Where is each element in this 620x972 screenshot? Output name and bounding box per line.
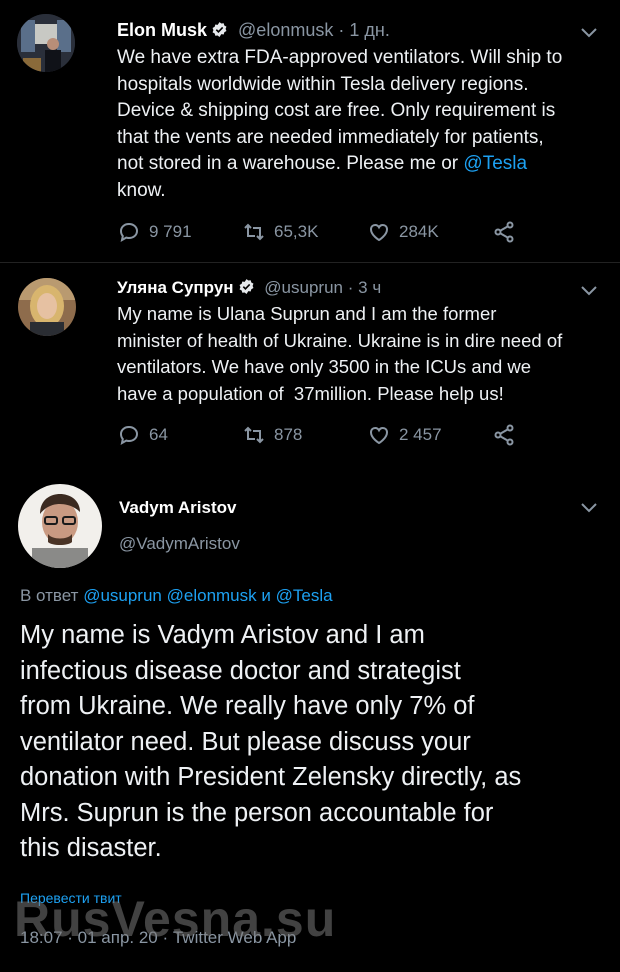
like-button[interactable]: 2 457 (367, 423, 442, 447)
reply-count: 9 791 (149, 222, 192, 241)
retweet-icon (244, 223, 264, 241)
chevron-down-icon[interactable] (580, 27, 598, 39)
tweet-line: hospitals worldwide within Tesla deliver… (117, 73, 529, 95)
like-count: 2 457 (399, 425, 442, 444)
reply-context: В ответ @usuprun @elonmusk и @Tesla (20, 586, 333, 605)
like-count: 284K (399, 222, 439, 241)
chevron-down-icon[interactable] (580, 502, 598, 514)
tweet-elonmusk[interactable]: Elon Musk @elonmusk · 1 дн. We have extr… (0, 0, 620, 258)
verified-badge-icon (212, 22, 227, 37)
author-name[interactable]: Vadym Aristov (119, 498, 236, 518)
translate-tweet-link[interactable]: Перевести твит (20, 890, 122, 906)
tweet-text: My name is Ulana Suprun and I am the for… (117, 301, 612, 407)
avatar-elonmusk[interactable] (17, 14, 75, 72)
tweet-line: ventilator need. But please discuss your (20, 727, 471, 756)
avatar-usuprun[interactable] (18, 278, 76, 336)
mention-tesla[interactable]: @Tesla (463, 153, 527, 174)
share-icon (494, 221, 514, 243)
avatar-vadymaristov[interactable] (18, 484, 102, 568)
retweet-count: 878 (274, 425, 303, 444)
verified-badge-icon (239, 279, 254, 294)
share-button[interactable] (492, 220, 516, 244)
tweet-actions: 64 878 2 457 (117, 423, 537, 449)
tweet-actions: 9 791 65,3K 284K (117, 220, 537, 246)
avatar-photo-icon (18, 484, 102, 568)
tweet-usuprun[interactable]: Уляна Супрун @usuprun · 3 ч My name is U… (0, 263, 620, 463)
mention-usuprun[interactable]: @usuprun (83, 586, 162, 605)
tweet-meta: 18:07 · 01 апр. 20 · Twitter Web App (20, 928, 297, 947)
tweet-line: from Ukraine. We really have only 7% of (20, 692, 475, 720)
tweet-vadymaristov[interactable]: Vadym Aristov @VadymAristov В ответ @usu… (0, 470, 620, 970)
tweet-line: infectious disease doctor and strategist (20, 656, 461, 685)
tweet-time[interactable]: 1 дн. (349, 20, 389, 40)
separator-dot: · (338, 20, 345, 40)
tweet-line: Device & shipping cost are free. Only re… (117, 100, 556, 121)
tweet-line: My name is Vadym Aristov and I am (20, 621, 425, 649)
author-handle[interactable]: @elonmusk (238, 20, 333, 40)
tweet-line: We have extra FDA-approved ventilators. … (117, 47, 563, 68)
author-handle[interactable]: @VadymAristov (119, 534, 240, 554)
separator-dot: · (347, 278, 354, 297)
retweet-button[interactable]: 65,3K (242, 220, 318, 244)
tweet-time[interactable]: 3 ч (358, 278, 381, 297)
tweet-line: that the vents are needed immediately fo… (117, 126, 544, 148)
author-handle[interactable]: @usuprun (264, 278, 343, 297)
like-icon (369, 426, 389, 445)
reply-button[interactable]: 9 791 (117, 220, 192, 244)
chevron-down-icon[interactable] (580, 285, 598, 297)
tweet-line: not stored in a warehouse. Please me or … (117, 153, 528, 174)
author-name[interactable]: Уляна Супрун (117, 278, 234, 297)
avatar-photo-icon (18, 278, 76, 336)
avatar-photo-icon (17, 14, 75, 72)
tweet-line: this disaster. (20, 834, 162, 862)
mention-elonmusk[interactable]: @elonmusk (167, 586, 257, 605)
share-button[interactable] (492, 423, 516, 447)
retweet-button[interactable]: 878 (242, 423, 302, 447)
tweet-line: minister of health of Ukraine. Ukraine i… (117, 329, 563, 351)
share-icon (494, 424, 514, 446)
tweet-line: know. (117, 179, 166, 201)
like-icon (369, 223, 389, 242)
reply-count: 64 (149, 425, 168, 444)
retweet-icon (244, 426, 264, 444)
reply-icon (119, 222, 139, 242)
tweet-line: have a population of 37million. Please h… (117, 382, 504, 404)
reply-and: и (261, 586, 271, 605)
tweet-line: ventilators. We have only 3500 in the IC… (117, 356, 532, 377)
mention-tesla[interactable]: @Tesla (276, 586, 333, 605)
tweet-line: Mrs. Suprun is the person accountable fo… (20, 798, 494, 827)
reply-icon (119, 425, 139, 445)
reply-button[interactable]: 64 (117, 423, 168, 447)
like-button[interactable]: 284K (367, 220, 439, 244)
tweet-text: We have extra FDA-approved ventilators. … (117, 45, 612, 204)
tweet-line: donation with President Zelensky directl… (20, 763, 522, 791)
retweet-count: 65,3K (274, 222, 319, 241)
tweet-line: My name is Ulana Suprun and I am the for… (117, 303, 497, 324)
tweet-text: My name is Vadym Aristov and I am infect… (20, 618, 612, 867)
author-name[interactable]: Elon Musk (117, 20, 207, 40)
